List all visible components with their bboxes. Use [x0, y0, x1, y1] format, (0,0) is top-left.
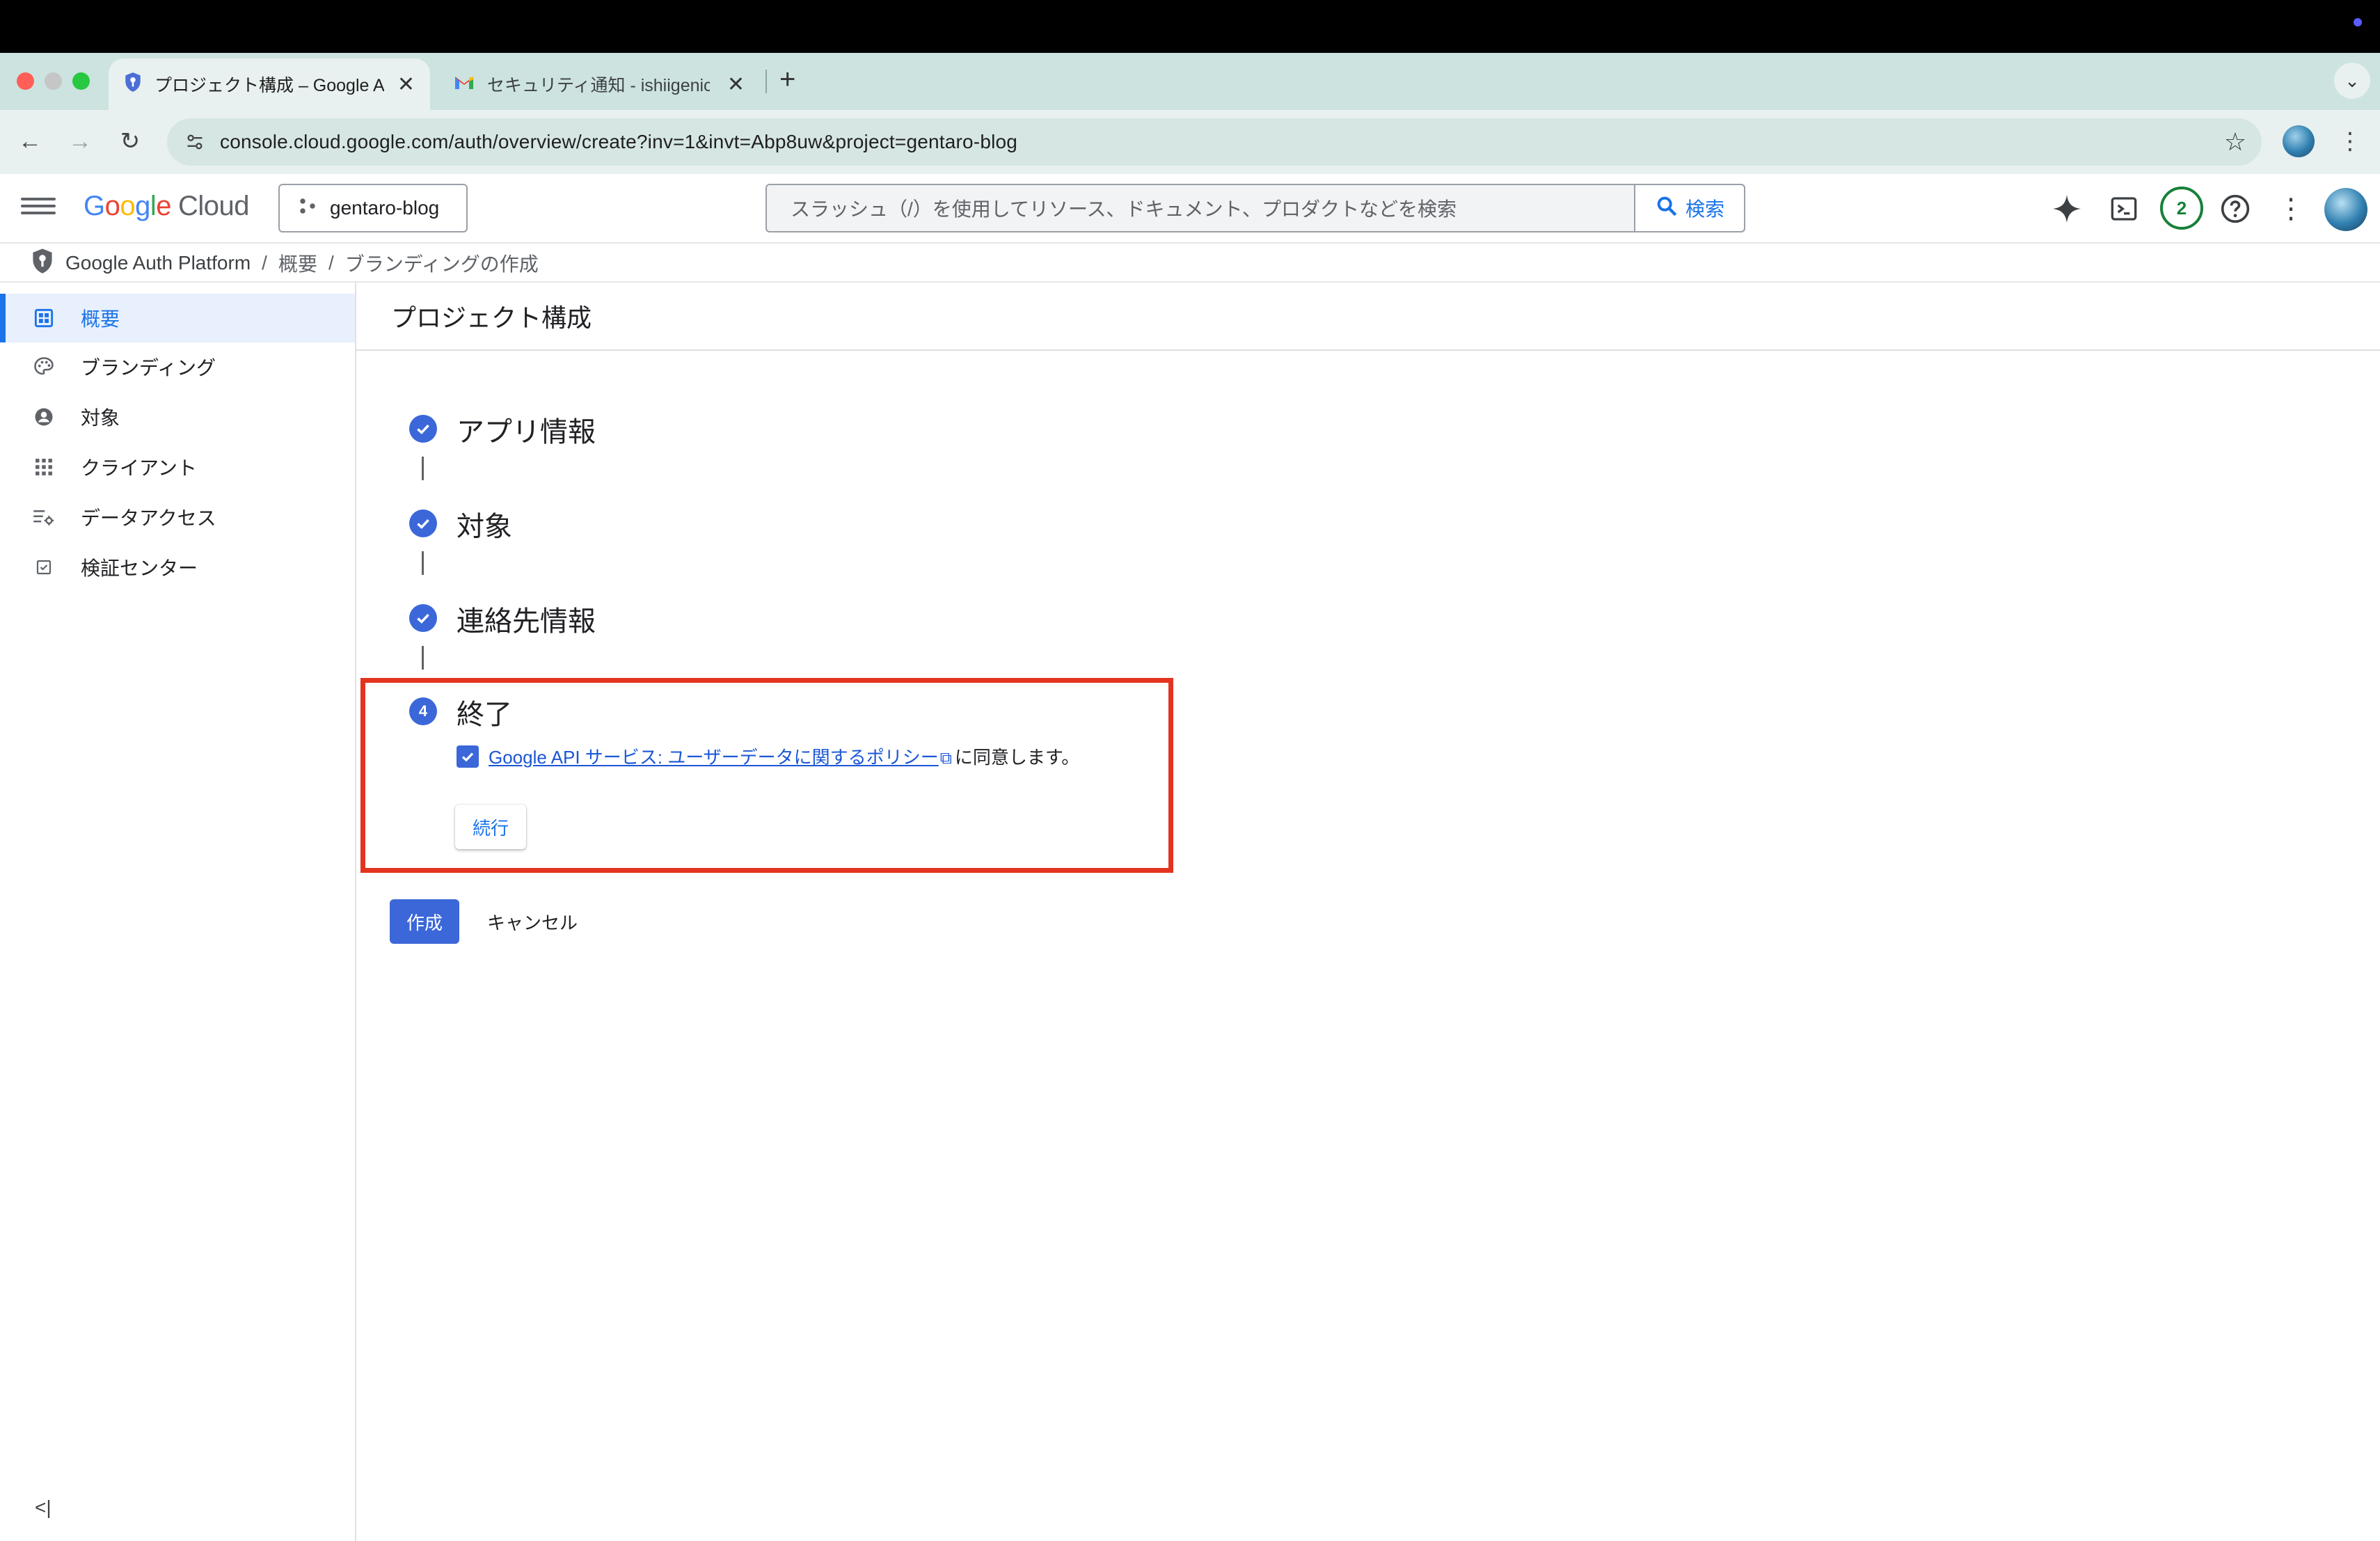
step-connector	[422, 457, 424, 480]
palette-icon	[32, 356, 56, 377]
step-label-contact-info[interactable]: 連絡先情報	[457, 599, 596, 639]
cancel-button[interactable]: キャンセル	[487, 899, 578, 944]
window-minimize-button[interactable]	[45, 72, 62, 90]
window-close-button[interactable]	[17, 72, 34, 90]
sidebar-item-audience[interactable]: 対象	[0, 393, 355, 441]
search-button-label: 検索	[1685, 198, 1724, 220]
step-label-finish: 終了	[457, 700, 512, 730]
step-complete-check-icon	[409, 415, 437, 443]
sidebar-item-branding[interactable]: ブランディング	[0, 342, 355, 391]
step-complete-check-icon	[409, 604, 437, 632]
step-complete-check-icon	[409, 509, 437, 537]
sidebar-item-label: データアクセス	[81, 507, 216, 529]
breadcrumb: Google Auth Platform / 概要 / ブランディングの作成	[31, 245, 539, 281]
breadcrumb-item-overview[interactable]: 概要	[278, 249, 317, 277]
url-text: console.cloud.google.com/auth/overview/c…	[220, 131, 1018, 152]
page-title: プロジェクト構成	[391, 303, 592, 332]
step-label-app-info[interactable]: アプリ情報	[457, 409, 596, 450]
account-avatar[interactable]	[2324, 188, 2367, 231]
sidebar-item-label: 検証センター	[81, 558, 198, 579]
step-connector	[422, 551, 424, 575]
shield-icon	[124, 72, 142, 97]
notifications-badge[interactable]: 2	[2160, 187, 2203, 230]
data-access-settings-icon	[32, 507, 56, 527]
external-link-icon[interactable]: ⧉	[940, 749, 952, 768]
tab-search-chevron-icon[interactable]: ⌄	[2334, 63, 2370, 99]
more-options-icon[interactable]: ⋮	[2273, 191, 2309, 227]
sidebar-item-label: ブランディング	[81, 357, 216, 379]
google-cloud-logo[interactable]: Google Cloud	[84, 191, 250, 222]
title-divider	[356, 349, 2380, 351]
sidebar-item-label: クライアント	[81, 457, 197, 479]
search-input[interactable]: スラッシュ（/）を使用してリソース、ドキュメント、プロダクトなどを検索 検索	[765, 184, 1745, 232]
gmail-icon	[454, 74, 475, 95]
window-maximize-button[interactable]	[72, 72, 90, 90]
breadcrumb-root[interactable]: Google Auth Platform	[65, 252, 251, 274]
collapse-sidebar-icon[interactable]: <|	[35, 1496, 51, 1519]
sidebar-item-label: 対象	[81, 407, 120, 429]
reload-icon[interactable]: ↻	[114, 125, 146, 157]
project-nodes-icon	[298, 196, 317, 221]
step-number-badge: 4	[409, 697, 437, 725]
recording-indicator-icon	[2354, 18, 2362, 26]
policy-link[interactable]: Google API サービス: ユーザーデータに関するポリシー	[489, 747, 939, 768]
consent-text: Google API サービス: ユーザーデータに関するポリシー⧉ に同意します。	[489, 743, 1079, 769]
main-menu-icon[interactable]	[21, 193, 56, 224]
cloud-shell-terminal-icon[interactable]	[2106, 191, 2142, 227]
chrome-menu-icon[interactable]: ⋮	[2334, 125, 2366, 157]
breadcrumb-separator: /	[262, 252, 267, 274]
create-button[interactable]: 作成	[390, 899, 459, 944]
new-tab-button[interactable]: +	[779, 64, 795, 95]
sidebar-item-overview[interactable]: 概要	[0, 294, 355, 342]
sidebar-item-clients[interactable]: クライアント	[0, 443, 355, 491]
consent-checkbox[interactable]	[457, 745, 479, 768]
breadcrumb-divider	[0, 281, 2380, 283]
sidebar-active-indicator	[0, 294, 6, 342]
sidebar-item-verification-center[interactable]: 検証センター	[0, 543, 355, 592]
help-icon[interactable]	[2217, 191, 2253, 227]
close-tab-icon[interactable]: ✕	[397, 72, 415, 97]
breadcrumb-separator: /	[328, 252, 334, 274]
bookmark-star-icon[interactable]: ☆	[2224, 127, 2246, 157]
tab-divider	[765, 70, 767, 93]
project-name: gentaro-blog	[330, 197, 440, 219]
project-picker-button[interactable]: gentaro-blog	[278, 184, 468, 232]
dashboard-icon	[32, 308, 56, 328]
cloud-wordmark: Cloud	[178, 191, 250, 221]
sidebar-item-label: 概要	[81, 308, 120, 330]
browser-tab-active[interactable]: プロジェクト構成 – Google Auth Platform ✕	[109, 58, 430, 110]
verified-checkbox-icon	[32, 559, 56, 576]
auth-platform-shield-icon	[31, 248, 54, 279]
continue-button[interactable]: 続行	[455, 805, 526, 849]
macos-menu-bar	[0, 0, 2380, 53]
address-bar[interactable]: console.cloud.google.com/auth/overview/c…	[167, 118, 2262, 166]
sidebar-item-data-access[interactable]: データアクセス	[0, 493, 355, 542]
step-label-audience[interactable]: 対象	[457, 504, 512, 544]
search-icon	[1655, 194, 1679, 223]
step-connector	[422, 646, 424, 670]
close-tab-icon[interactable]: ✕	[727, 72, 745, 97]
forward-arrow-icon[interactable]: →	[64, 125, 96, 157]
consent-suffix: に同意します。	[954, 747, 1080, 768]
tab-title: セキュリティ通知 - ishiigenichi	[487, 76, 710, 95]
apps-grid-icon	[32, 458, 56, 476]
back-arrow-icon[interactable]: ←	[14, 125, 46, 157]
site-settings-icon[interactable]	[180, 127, 210, 157]
google-wordmark: Google	[84, 191, 172, 221]
tab-title: プロジェクト構成 – Google Auth Platform	[154, 76, 384, 95]
browser-tab-gmail[interactable]: セキュリティ通知 - ishiigenichi ✕	[438, 58, 760, 110]
breadcrumb-item-current: ブランディングの作成	[344, 253, 539, 275]
account-circle-icon	[32, 406, 56, 427]
chrome-profile-avatar[interactable]	[2283, 125, 2315, 157]
search-placeholder: スラッシュ（/）を使用してリソース、ドキュメント、プロダクトなどを検索	[791, 198, 1457, 220]
search-button[interactable]: 検索	[1634, 185, 1744, 231]
gemini-sparkle-icon[interactable]	[2049, 191, 2085, 227]
